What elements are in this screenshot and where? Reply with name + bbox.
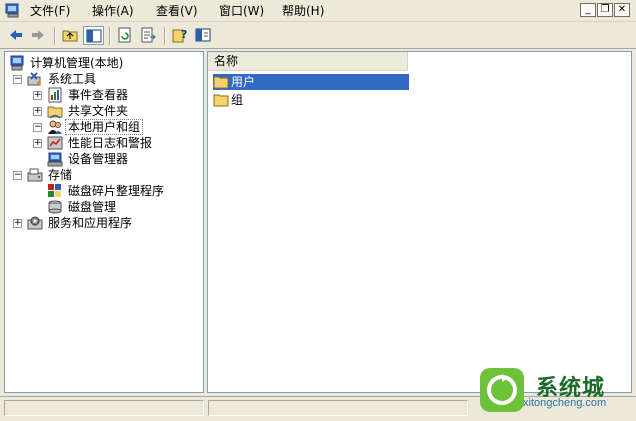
- collapse-icon[interactable]: −: [13, 171, 22, 180]
- disk-management-icon: [48, 200, 62, 214]
- properties-icon: [195, 28, 211, 42]
- toolbar: ?: [0, 23, 636, 49]
- show-hide-tree-button[interactable]: [83, 26, 104, 45]
- users-icon: [48, 120, 62, 134]
- up-one-level-button[interactable]: [60, 26, 81, 45]
- list-item[interactable]: 用户: [213, 74, 409, 90]
- export-list-icon: [141, 27, 156, 43]
- menu-action[interactable]: 操作(A): [92, 3, 134, 19]
- watermark-logo-icon: [480, 368, 524, 412]
- tree-node-shared-folders[interactable]: 共享文件夹: [47, 103, 197, 119]
- column-header-name[interactable]: 名称: [208, 52, 408, 70]
- list-item-label: 用户: [231, 75, 256, 89]
- tree-node-disk-management[interactable]: 磁盘管理: [47, 199, 197, 215]
- forward-button[interactable]: [28, 26, 49, 45]
- performance-icon: [47, 136, 63, 150]
- menu-file[interactable]: 文件(F): [30, 3, 70, 19]
- tree-label: 设备管理器: [68, 152, 129, 166]
- folder-icon: [213, 76, 229, 89]
- tree-node-computer-management[interactable]: 计算机管理(本地): [9, 55, 199, 71]
- list-header: 名称: [208, 52, 408, 71]
- toolbar-separator: [109, 27, 111, 45]
- forward-icon: [32, 30, 44, 40]
- collapse-icon[interactable]: −: [33, 123, 42, 132]
- status-cell: [4, 400, 204, 416]
- tree-node-system-tools[interactable]: 系统工具: [27, 71, 197, 87]
- list-item-label: 组: [231, 93, 244, 107]
- properties-button[interactable]: [193, 26, 214, 45]
- status-cell: [208, 400, 468, 416]
- back-icon: [10, 30, 22, 40]
- tree-label: 性能日志和警报: [68, 136, 153, 150]
- tree-label: 存储: [48, 168, 73, 182]
- tree-node-services-applications[interactable]: 服务和应用程序: [27, 215, 197, 231]
- menu-bar: 文件(F) 操作(A) 查看(V) 窗口(W) 帮助(H) _ ❐ ✕: [0, 0, 636, 22]
- expand-icon[interactable]: +: [33, 139, 42, 148]
- tree-label-selected: 本地用户和组: [65, 119, 144, 135]
- console-tree[interactable]: 计算机管理(本地) − 系统工具 + 事件查看器 + 共享文件夹 − 本地用户和…: [4, 51, 204, 393]
- svg-text:?: ?: [181, 28, 187, 41]
- back-button[interactable]: [6, 26, 27, 45]
- help-button[interactable]: ?: [170, 26, 191, 45]
- tree-label: 计算机管理(本地): [30, 56, 124, 70]
- result-list[interactable]: 名称 用户 组: [207, 51, 632, 393]
- refresh-icon: [118, 27, 131, 43]
- help-icon: ?: [172, 28, 187, 43]
- system-tools-icon: [27, 72, 41, 86]
- toolbar-separator: [54, 27, 56, 45]
- storage-icon: [27, 168, 43, 182]
- services-icon: [27, 216, 43, 230]
- list-item[interactable]: 组: [213, 92, 409, 108]
- tree-node-storage[interactable]: 存储: [27, 167, 197, 183]
- tree-label: 系统工具: [48, 72, 97, 86]
- toolbar-separator: [164, 27, 166, 45]
- tree-node-device-manager[interactable]: 设备管理器: [47, 151, 197, 167]
- menu-window[interactable]: 窗口(W): [219, 3, 264, 19]
- mdi-close-button[interactable]: ✕: [614, 3, 630, 17]
- menu-view[interactable]: 查看(V): [156, 3, 198, 19]
- menu-help[interactable]: 帮助(H): [282, 3, 324, 19]
- defrag-icon: [48, 184, 61, 197]
- expand-icon[interactable]: +: [33, 91, 42, 100]
- mdi-minimize-button[interactable]: _: [580, 3, 596, 17]
- collapse-icon[interactable]: −: [13, 75, 22, 84]
- tree-node-disk-defragmenter[interactable]: 磁盘碎片整理程序: [47, 183, 197, 199]
- tree-node-local-users-groups[interactable]: 本地用户和组: [47, 119, 197, 135]
- computer-management-app-icon: [5, 3, 19, 18]
- up-folder-icon: [62, 30, 78, 42]
- tree-label: 共享文件夹: [68, 104, 129, 118]
- expand-icon[interactable]: +: [13, 219, 22, 228]
- tree-label: 磁盘管理: [68, 200, 117, 214]
- tree-node-performance-logs[interactable]: 性能日志和警报: [47, 135, 197, 151]
- expand-icon[interactable]: +: [33, 107, 42, 116]
- tree-label: 事件查看器: [68, 88, 129, 102]
- watermark-url: xitongcheng.com: [523, 397, 607, 409]
- export-list-button[interactable]: [138, 26, 159, 45]
- tree-label: 服务和应用程序: [48, 216, 133, 230]
- tree-node-event-viewer[interactable]: 事件查看器: [47, 87, 197, 103]
- mdi-restore-button[interactable]: ❐: [597, 3, 613, 17]
- device-manager-icon: [47, 152, 63, 167]
- show-hide-tree-icon: [86, 29, 102, 43]
- shared-folder-icon: [47, 106, 63, 119]
- computer-icon: [10, 55, 24, 71]
- folder-icon: [213, 94, 229, 107]
- refresh-button[interactable]: [115, 26, 136, 45]
- tree-label: 磁盘碎片整理程序: [68, 184, 165, 198]
- event-viewer-icon: [48, 87, 62, 103]
